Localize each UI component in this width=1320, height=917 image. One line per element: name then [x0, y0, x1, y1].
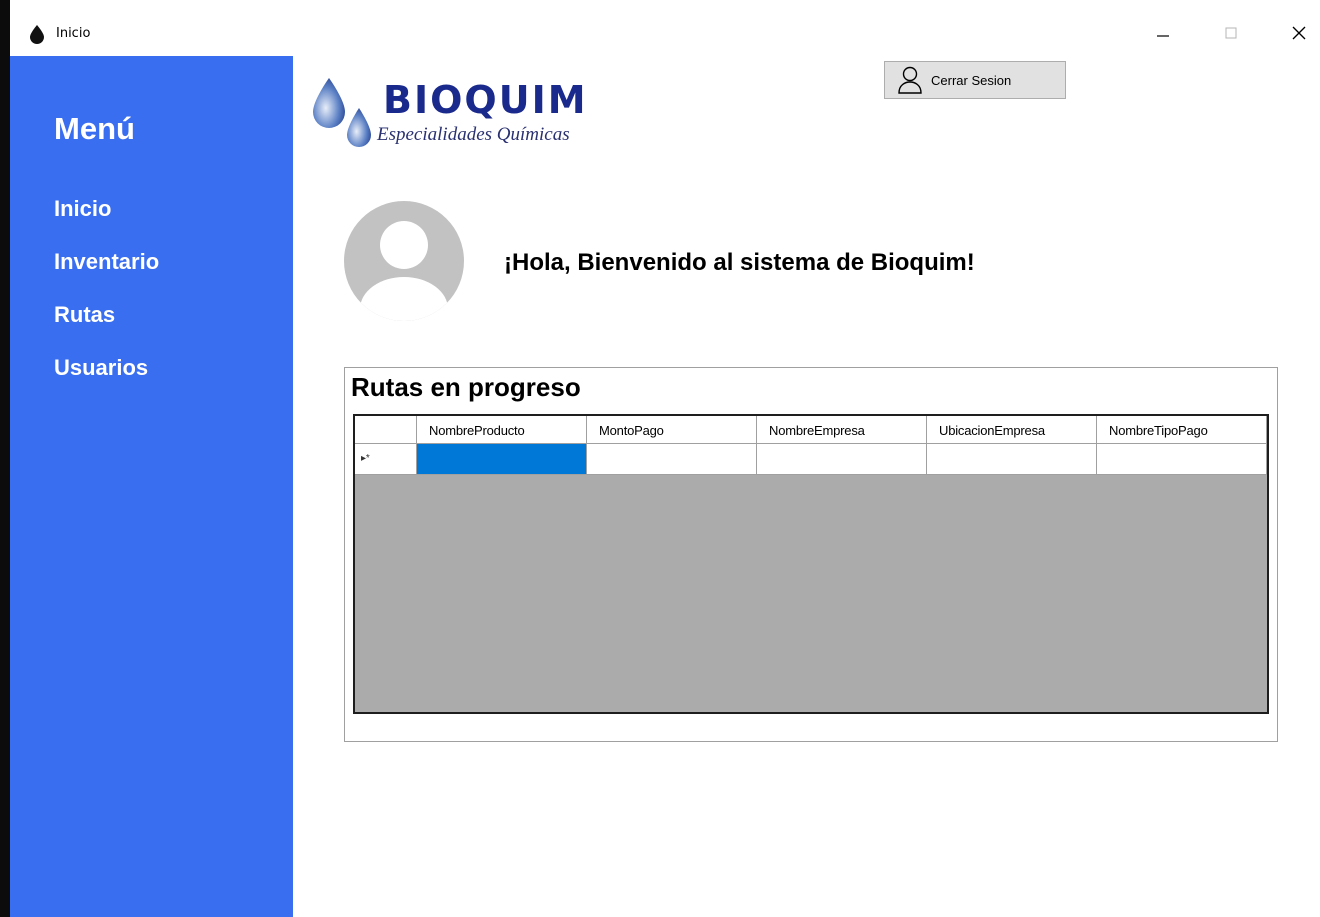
grid-cell[interactable]	[927, 444, 1097, 475]
column-header-nombre-empresa[interactable]: NombreEmpresa	[757, 416, 927, 444]
grid-cell-selected[interactable]	[417, 444, 587, 475]
water-drops-icon	[313, 78, 371, 147]
row-header-new[interactable]: ▸*	[355, 444, 417, 475]
title-bar: Inicio	[10, 10, 1320, 56]
group-title: Rutas en progreso	[351, 372, 581, 402]
logo-tagline: Especialidades Químicas	[377, 124, 570, 145]
grid-cell[interactable]	[587, 444, 757, 475]
app-window: Inicio Menú Inicio Inventario Rutas Usua…	[10, 10, 1320, 917]
desktop-edge	[0, 0, 10, 917]
window-title: Inicio	[56, 26, 91, 41]
welcome-message: ¡Hola, Bienvenido al sistema de Bioquim!	[504, 249, 975, 276]
water-drop-icon	[30, 25, 44, 44]
sidebar-item-usuarios[interactable]: Usuarios	[54, 355, 148, 381]
menu-title: Menú	[54, 111, 135, 146]
logout-label: Cerrar Sesion	[931, 73, 1012, 88]
maximize-icon	[1225, 27, 1237, 39]
sidebar-item-rutas[interactable]: Rutas	[54, 302, 115, 328]
logout-button[interactable]: Cerrar Sesion	[884, 61, 1066, 99]
grid-header-row: NombreProducto MontoPago NombreEmpresa U…	[355, 416, 1267, 444]
column-header-nombre-tipo-pago[interactable]: NombreTipoPago	[1097, 416, 1267, 444]
sidebar-item-inventario[interactable]: Inventario	[54, 249, 159, 275]
routes-datagrid[interactable]: NombreProducto MontoPago NombreEmpresa U…	[353, 414, 1269, 714]
close-button[interactable]	[1276, 10, 1320, 56]
column-header-monto-pago[interactable]: MontoPago	[587, 416, 757, 444]
grid-corner-header[interactable]	[355, 416, 417, 444]
user-icon	[898, 66, 922, 94]
logo-name: BIOQUIM	[383, 78, 588, 122]
sidebar-menu: Menú Inicio Inventario Rutas Usuarios	[10, 56, 293, 917]
grid-cell[interactable]	[1097, 444, 1267, 475]
routes-groupbox: Rutas en progreso NombreProducto MontoPa…	[344, 367, 1278, 742]
minimize-button[interactable]	[1140, 10, 1186, 56]
close-icon	[1292, 26, 1306, 40]
column-header-nombre-producto[interactable]: NombreProducto	[417, 416, 587, 444]
sidebar-item-inicio[interactable]: Inicio	[54, 196, 111, 222]
table-row-new[interactable]: ▸*	[355, 444, 1267, 475]
maximize-button[interactable]	[1208, 10, 1254, 56]
company-logo: BIOQUIM Especialidades Químicas	[301, 64, 616, 154]
minimize-icon	[1157, 35, 1169, 37]
user-avatar-icon	[344, 201, 464, 321]
column-header-ubicacion-empresa[interactable]: UbicacionEmpresa	[927, 416, 1097, 444]
grid-cell[interactable]	[757, 444, 927, 475]
